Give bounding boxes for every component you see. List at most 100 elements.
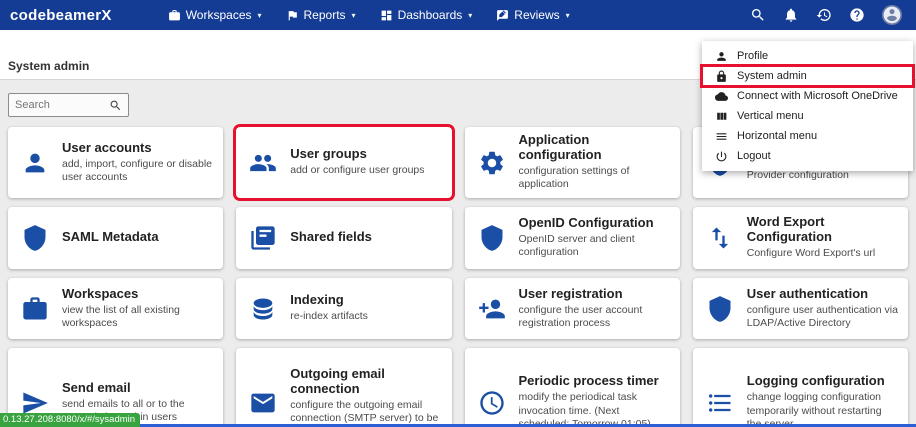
card-desc: configure user authentication via LDAP/A… <box>747 304 898 331</box>
card-title: Shared fields <box>290 230 372 245</box>
card-title: Word Export Configuration <box>747 215 898 245</box>
card-desc: change logging configuration temporarily… <box>747 391 898 427</box>
card-title: OpenID Configuration <box>519 216 670 231</box>
chevron-down-icon: ▾ <box>258 11 262 20</box>
shield-icon <box>478 224 506 252</box>
help-icon[interactable] <box>849 7 865 23</box>
nav-item-dashboards[interactable]: Dashboards ▾ <box>380 8 473 22</box>
briefcase-icon <box>21 295 49 323</box>
top-navbar: codebeamerX Workspaces ▾ Reports ▾ Dashb… <box>0 0 916 30</box>
menu-item-connect-onedrive[interactable]: Connect with Microsoft OneDrive <box>702 86 913 106</box>
card-title: Send email <box>62 381 213 396</box>
card-user-groups[interactable]: User groups add or configure user groups <box>236 127 451 198</box>
shared-fields-icon <box>249 224 277 252</box>
menu-item-label: Connect with Microsoft OneDrive <box>737 90 898 102</box>
view-column-icon <box>715 110 728 123</box>
workspaces-icon <box>168 9 181 22</box>
search-input[interactable] <box>15 99 105 111</box>
card-desc: add, import, configure or disable user a… <box>62 158 213 185</box>
page-title: System admin <box>8 59 89 73</box>
menu-item-horizontal-menu[interactable]: Horizontal menu <box>702 126 913 146</box>
menu-item-vertical-menu[interactable]: Vertical menu <box>702 106 913 126</box>
card-outgoing-email-connection[interactable]: Outgoing email connection configure the … <box>236 348 451 427</box>
nav-item-reports[interactable]: Reports ▾ <box>286 8 356 22</box>
search-box <box>8 93 129 117</box>
menu-item-profile[interactable]: Profile <box>702 46 913 66</box>
reports-icon <box>286 9 299 22</box>
codebeamer-logo[interactable]: codebeamerX <box>10 7 112 24</box>
menu-item-logout[interactable]: Logout <box>702 146 913 166</box>
search-icon[interactable] <box>109 99 122 112</box>
person-add-icon <box>478 295 506 323</box>
admin-cards-grid: User accounts add, import, configure or … <box>8 127 908 427</box>
chevron-down-icon: ▾ <box>352 11 356 20</box>
shield-icon <box>21 224 49 252</box>
list-icon <box>706 389 734 417</box>
dashboards-icon <box>380 9 393 22</box>
card-desc: OpenID server and client configuration <box>519 233 670 260</box>
menu-item-system-admin[interactable]: System admin <box>702 66 913 86</box>
user-avatar[interactable] <box>882 5 902 25</box>
card-user-registration[interactable]: User registration configure the user acc… <box>465 278 680 339</box>
nav-item-workspaces[interactable]: Workspaces ▾ <box>168 8 262 22</box>
card-desc: add or configure user groups <box>290 164 424 177</box>
menu-item-label: System admin <box>737 70 807 82</box>
card-title: Indexing <box>290 293 368 308</box>
nav-item-reviews[interactable]: Reviews ▾ <box>496 8 569 22</box>
clock-icon <box>478 389 506 417</box>
chevron-down-icon: ▾ <box>468 11 472 20</box>
card-desc: configuration settings of application <box>519 165 670 192</box>
cloud-icon <box>715 90 728 103</box>
card-desc: modify the periodical task invocation ti… <box>519 391 670 427</box>
main-nav: Workspaces ▾ Reports ▾ Dashboards ▾ Revi… <box>168 8 570 22</box>
database-icon <box>249 295 277 323</box>
card-title: User accounts <box>62 141 213 156</box>
card-user-accounts[interactable]: User accounts add, import, configure or … <box>8 127 223 198</box>
email-icon <box>249 389 277 417</box>
card-workspaces[interactable]: Workspaces view the list of all existing… <box>8 278 223 339</box>
card-title: User groups <box>290 147 424 162</box>
card-title: SAML Metadata <box>62 230 159 245</box>
card-title: Workspaces <box>62 287 213 302</box>
card-application-configuration[interactable]: Application configuration configuration … <box>465 127 680 198</box>
card-title: Outgoing email connection <box>290 367 441 397</box>
nav-label: Workspaces <box>186 8 252 22</box>
user-dropdown-menu: Profile System admin Connect with Micros… <box>702 41 913 171</box>
card-desc: configure the user account registration … <box>519 304 670 331</box>
card-saml-metadata[interactable]: SAML Metadata <box>8 207 223 269</box>
nav-label: Reviews <box>514 8 559 22</box>
search-icon[interactable] <box>750 7 766 23</box>
link-status-url: 0.13.27.208:8080/x/#/sysadmin <box>0 413 140 427</box>
card-desc: re-index artifacts <box>290 310 368 323</box>
history-icon[interactable] <box>816 7 832 23</box>
power-icon <box>715 150 728 163</box>
card-openid-configuration[interactable]: OpenID Configuration OpenID server and c… <box>465 207 680 269</box>
card-title: User registration <box>519 287 670 302</box>
notifications-bell-icon[interactable] <box>783 7 799 23</box>
card-word-export-configuration[interactable]: Word Export Configuration Configure Word… <box>693 207 908 269</box>
header-actions <box>750 5 906 25</box>
card-user-authentication[interactable]: User authentication configure user authe… <box>693 278 908 339</box>
card-desc: Configure Word Export's url <box>747 247 898 260</box>
import-export-icon <box>706 224 734 252</box>
card-indexing[interactable]: Indexing re-index artifacts <box>236 278 451 339</box>
card-logging-configuration[interactable]: Logging configuration change logging con… <box>693 348 908 427</box>
nav-label: Reports <box>304 8 346 22</box>
menu-item-label: Logout <box>737 150 771 162</box>
shield-icon <box>706 295 734 323</box>
card-desc: view the list of all existing workspaces <box>62 304 213 331</box>
chevron-down-icon: ▾ <box>566 11 570 20</box>
card-title: Application configuration <box>519 133 670 163</box>
card-desc: configure the outgoing email connection … <box>290 399 441 427</box>
card-title: User authentication <box>747 287 898 302</box>
people-icon <box>249 149 277 177</box>
person-icon <box>21 149 49 177</box>
system-admin-page: codebeamerX Workspaces ▾ Reports ▾ Dashb… <box>0 0 916 427</box>
reviews-icon <box>496 9 509 22</box>
nav-label: Dashboards <box>398 8 463 22</box>
card-shared-fields[interactable]: Shared fields <box>236 207 451 269</box>
card-periodic-process-timer[interactable]: Periodic process timer modify the period… <box>465 348 680 427</box>
hamburger-menu-icon <box>715 130 728 143</box>
card-title: Logging configuration <box>747 374 898 389</box>
person-icon <box>715 50 728 63</box>
